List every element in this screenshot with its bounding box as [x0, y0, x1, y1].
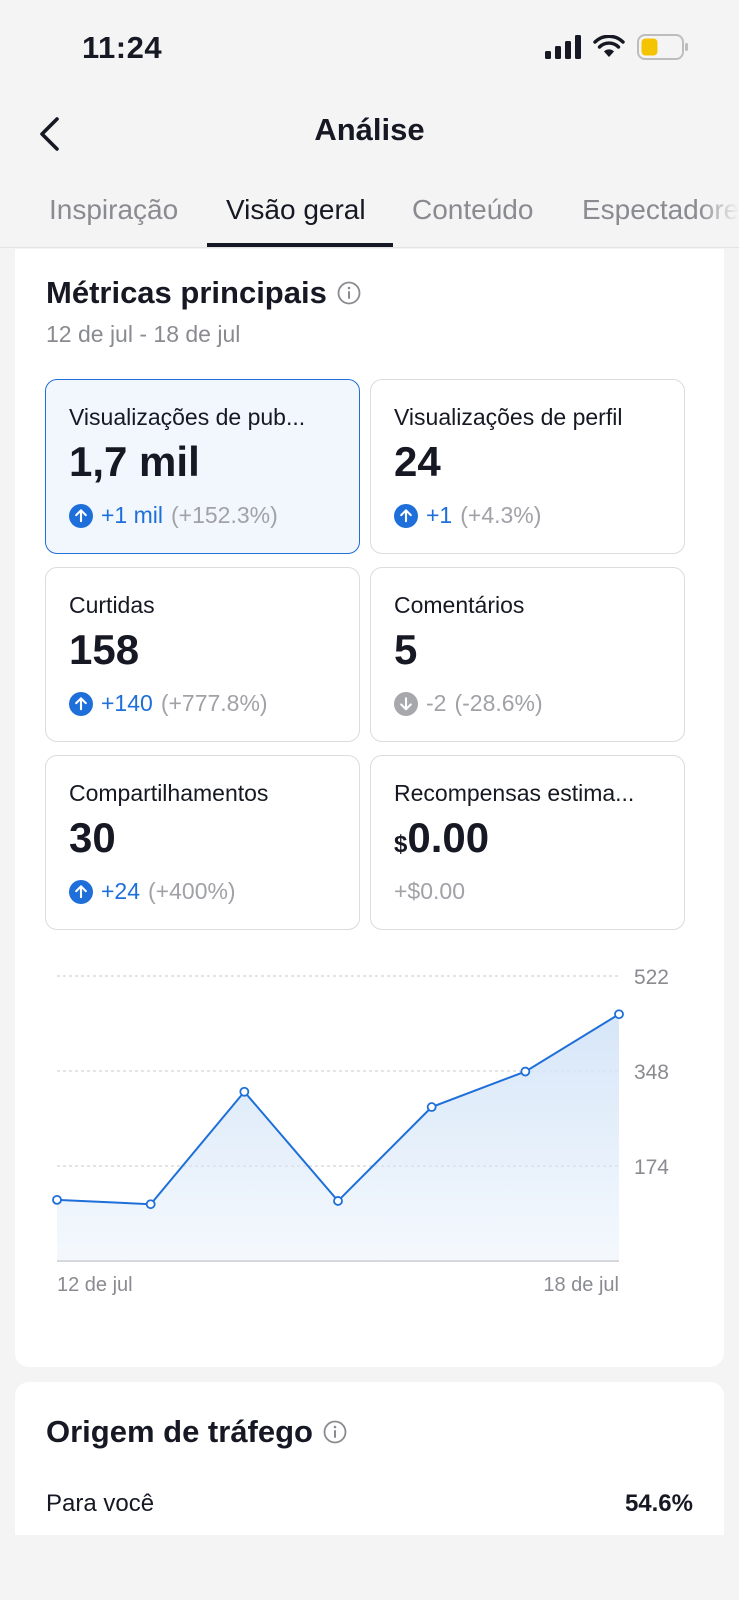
metric-card[interactable]: Recompensas estima... $0.00 +$0.00	[370, 755, 685, 930]
status-time: 11:24	[82, 30, 163, 65]
arrow-up-icon	[69, 879, 93, 904]
tab-inspiracao[interactable]: Inspiração	[49, 194, 178, 226]
metric-change-pct: (+4.3%)	[460, 502, 542, 528]
metric-value-number: 0.00	[407, 814, 490, 861]
metric-change-pct: (-28.6%)	[454, 690, 543, 716]
metric-change-abs: +24	[101, 878, 141, 904]
metric-change: +$0.00	[394, 878, 465, 905]
battery-low-icon	[637, 34, 688, 60]
arrow-down-icon	[394, 691, 418, 716]
views-chart[interactable]: 174 348 522 12 de jul 18 de jul	[15, 949, 724, 1309]
metric-change-abs: +1	[426, 502, 453, 528]
metric-change-abs: +1 mil	[101, 502, 163, 528]
y-tick-label: 174	[634, 1156, 669, 1179]
tab-fade	[699, 180, 739, 247]
wifi-icon	[593, 35, 625, 57]
metric-label: Recompensas estima...	[394, 780, 635, 806]
metric-change-pct: (+152.3%)	[171, 502, 278, 528]
metric-change-pct: (+777.8%)	[160, 690, 268, 716]
chart-data-point	[52, 1194, 62, 1205]
y-tick-label: 522	[634, 966, 669, 989]
metric-value-number: 5	[394, 626, 418, 673]
metric-currency: $	[394, 831, 408, 858]
metric-value: 24	[394, 438, 441, 486]
metric-value: 5	[394, 626, 417, 674]
chart-area-fill	[57, 1014, 619, 1261]
info-icon[interactable]	[337, 281, 361, 305]
page-title: Análise	[314, 112, 425, 147]
metric-card[interactable]: Comentários 5 -2 (-28.6%)	[370, 567, 685, 742]
metric-change-pct: (+400%)	[148, 878, 236, 904]
metric-label: Compartilhamentos	[69, 780, 269, 806]
bottom-fade	[0, 1535, 739, 1600]
metric-card[interactable]: Visualizações de perfil 24 +1 (+4.3%)	[370, 379, 685, 554]
metric-change: +24 (+400%)	[69, 878, 236, 905]
y-tick-label: 348	[634, 1061, 669, 1084]
metric-change-abs: +140	[101, 690, 153, 716]
active-tab-indicator	[207, 243, 393, 247]
metric-value-number: 30	[69, 814, 116, 861]
metric-change: +140 (+777.8%)	[69, 690, 268, 717]
traffic-row-label: Para você	[46, 1490, 155, 1517]
metric-change: -2 (-28.6%)	[394, 690, 543, 717]
metric-label: Visualizações de perfil	[394, 404, 623, 430]
chart-data-point	[426, 1102, 437, 1112]
metric-label: Curtidas	[69, 592, 155, 618]
x-tick-label: 12 de jul	[57, 1274, 133, 1296]
date-range: 12 de jul - 18 de jul	[46, 321, 241, 347]
metric-value: 30	[69, 814, 116, 862]
metric-change: +1 (+4.3%)	[394, 502, 541, 529]
metric-value: $0.00	[394, 814, 489, 862]
key-metrics-title: Métricas principais	[46, 275, 361, 311]
metric-value: 158	[69, 626, 139, 674]
chart-data-point	[145, 1199, 156, 1210]
metric-change-abs: -2	[426, 690, 447, 716]
key-metrics-title-text: Métricas principais	[46, 275, 327, 310]
status-icons	[545, 34, 689, 60]
metric-change-abs: +$0.00	[394, 878, 465, 904]
metric-card[interactable]: Compartilhamentos 30 +24 (+400%)	[45, 755, 360, 930]
arrow-up-icon	[394, 503, 418, 528]
arrow-up-icon	[69, 691, 93, 716]
chart-data-point	[333, 1196, 343, 1206]
nav-bar: Análise	[0, 96, 739, 170]
traffic-source-title-text: Origem de tráfego	[46, 1414, 313, 1449]
key-metrics-card: Métricas principais 12 de jul - 18 de ju…	[15, 249, 724, 1367]
arrow-up-icon	[69, 503, 93, 528]
traffic-row-value: 54.6%	[624, 1490, 693, 1517]
cellular-signal-icon	[545, 35, 581, 59]
metric-value-number: 1,7 mil	[69, 438, 200, 485]
metric-value-number: 158	[69, 626, 140, 673]
x-tick-label: 18 de jul	[543, 1274, 619, 1296]
tab-bar: Inspiração Visão geral Conteúdo Espectad…	[0, 180, 739, 248]
traffic-source-title: Origem de tráfego	[46, 1414, 347, 1450]
tab-conteudo[interactable]: Conteúdo	[412, 194, 533, 226]
chart-data-point	[614, 1009, 624, 1020]
metric-card[interactable]: Curtidas 158 +140 (+777.8%)	[45, 567, 360, 742]
metric-value: 1,7 mil	[69, 438, 200, 486]
tab-visao-geral[interactable]: Visão geral	[226, 194, 366, 226]
chart-data-point	[239, 1086, 250, 1097]
metric-card[interactable]: Visualizações de pub... 1,7 mil +1 mil (+15…	[45, 379, 360, 554]
info-icon[interactable]	[323, 1420, 347, 1444]
metric-value-number: 24	[394, 438, 441, 485]
metric-label: Visualizações de pub...	[69, 404, 306, 430]
chart-data-point	[520, 1066, 531, 1077]
metric-label: Comentários	[394, 592, 525, 618]
status-bar: 11:24	[0, 0, 739, 96]
metric-change: +1 mil (+152.3%)	[69, 502, 278, 529]
traffic-row-for-you[interactable]: Para você 54.6%	[46, 1490, 693, 1518]
